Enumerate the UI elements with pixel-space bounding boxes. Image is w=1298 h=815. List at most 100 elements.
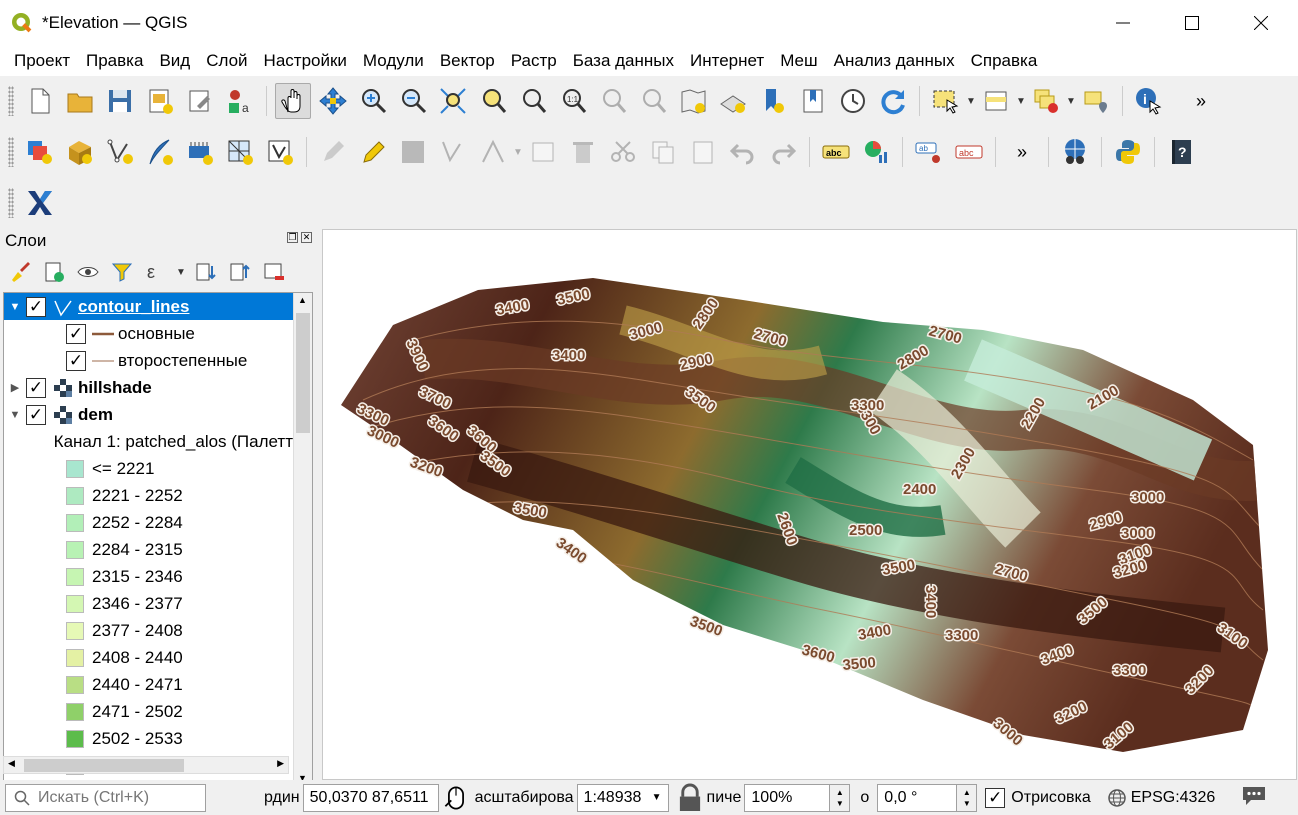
spin-down-icon[interactable]: ▼ xyxy=(836,798,844,809)
copy-features-button[interactable] xyxy=(645,134,681,170)
deselect-dropdown[interactable]: ▼ xyxy=(1066,86,1076,116)
menu-vector[interactable]: Вектор xyxy=(432,51,503,71)
toolbar-grip[interactable] xyxy=(8,137,14,167)
select-features-dropdown[interactable]: ▼ xyxy=(966,86,976,116)
identify-features-button[interactable]: i xyxy=(1131,83,1167,119)
toolbar-overflow-button-2[interactable]: » xyxy=(1004,134,1040,170)
magnifier-field[interactable]: 100% xyxy=(744,783,831,812)
layer-tree-scrollbar[interactable]: ▲ ▼ xyxy=(293,293,312,785)
maximize-button[interactable] xyxy=(1157,0,1227,46)
rotation-field[interactable]: 0,0 ° xyxy=(877,783,958,812)
float-panel-button[interactable]: ❐ xyxy=(287,232,298,243)
legend-checkbox[interactable]: ✓ xyxy=(66,350,86,371)
pan-to-selection-button[interactable] xyxy=(315,83,351,119)
expand-arrow-icon[interactable]: ▶ xyxy=(4,381,26,394)
style-manager-button[interactable]: a xyxy=(222,83,258,119)
move-label-button[interactable]: abc xyxy=(951,134,987,170)
zoom-to-selection-button[interactable] xyxy=(475,83,511,119)
select-by-location-button[interactable] xyxy=(1078,83,1114,119)
spin-down-icon[interactable]: ▼ xyxy=(963,798,971,809)
legend-row-primary[interactable]: ✓ основные xyxy=(4,320,293,347)
layer-row-contour-lines[interactable]: ▼ ✓ contour_lines xyxy=(4,293,293,320)
metasearch-button[interactable] xyxy=(1057,134,1093,170)
toolbar-grip[interactable] xyxy=(8,86,14,116)
menu-processing[interactable]: Анализ данных xyxy=(826,51,963,71)
select-by-expression-button[interactable] xyxy=(978,83,1014,119)
menu-view[interactable]: Вид xyxy=(151,51,198,71)
pin-labels-button[interactable]: ab xyxy=(911,134,947,170)
collapse-arrow-icon[interactable]: ▼ xyxy=(4,409,26,421)
temporal-controller-button[interactable] xyxy=(835,83,871,119)
modify-attributes-button[interactable] xyxy=(525,134,561,170)
toggle-editing-button[interactable] xyxy=(355,134,391,170)
lock-scale-button[interactable] xyxy=(677,783,703,811)
legend-checkbox[interactable]: ✓ xyxy=(66,323,86,344)
select-features-button[interactable] xyxy=(928,83,964,119)
paste-features-button[interactable] xyxy=(685,134,721,170)
vertex-tool-dropdown[interactable]: ▼ xyxy=(513,137,523,167)
menu-web[interactable]: Интернет xyxy=(682,51,772,71)
save-project-button[interactable] xyxy=(102,83,138,119)
new-mesh-layer-button[interactable] xyxy=(222,134,258,170)
filter-expression-dropdown[interactable]: ▼ xyxy=(176,257,186,287)
manage-visibility-button[interactable] xyxy=(74,258,102,286)
layer-tree-hscrollbar[interactable]: ◀ ▶ xyxy=(3,756,289,774)
crs-button[interactable]: EPSG:4326 xyxy=(1107,788,1215,808)
zoom-native-button[interactable]: 1:1 xyxy=(555,83,591,119)
coordinate-field[interactable]: 50,0370 87,6511 xyxy=(302,783,439,812)
add-group-button[interactable] xyxy=(40,258,68,286)
zoom-next-button[interactable] xyxy=(635,83,671,119)
new-project-button[interactable] xyxy=(22,83,58,119)
scale-combobox[interactable]: 1:48938 ▼ xyxy=(576,783,669,812)
expand-all-button[interactable] xyxy=(192,258,220,286)
rotation-spinner[interactable]: ▲ ▼ xyxy=(957,783,978,812)
messages-button[interactable] xyxy=(1241,783,1267,812)
undo-button[interactable] xyxy=(725,134,761,170)
plugin-x-button[interactable] xyxy=(22,185,58,221)
scrollbar-thumb[interactable] xyxy=(296,313,310,433)
scroll-up-icon[interactable]: ▲ xyxy=(298,295,307,305)
pan-map-button[interactable] xyxy=(275,83,311,119)
zoom-in-button[interactable] xyxy=(355,83,391,119)
zoom-last-button[interactable] xyxy=(595,83,631,119)
remove-layer-button[interactable] xyxy=(260,258,288,286)
new-temporary-layer-button[interactable] xyxy=(262,134,298,170)
filter-legend-button[interactable] xyxy=(108,258,136,286)
collapse-arrow-icon[interactable]: ▼ xyxy=(4,301,26,313)
new-spatialite-layer-button[interactable] xyxy=(142,134,178,170)
layer-diagram-button[interactable] xyxy=(858,134,894,170)
menu-mesh[interactable]: Меш xyxy=(772,51,825,71)
select-by-expression-dropdown[interactable]: ▼ xyxy=(1016,86,1026,116)
map-canvas[interactable]: 3400 3500 3900 3000 2800 2700 2700 3400 2900 2800… xyxy=(322,229,1297,780)
close-button[interactable] xyxy=(1226,0,1296,46)
refresh-button[interactable] xyxy=(875,83,911,119)
close-panel-button[interactable]: ✕ xyxy=(301,232,312,243)
filter-expression-button[interactable]: ε xyxy=(142,258,170,286)
new-bookmark-button[interactable] xyxy=(755,83,791,119)
style-layer-button[interactable] xyxy=(6,258,34,286)
magnifier-spinner[interactable]: ▲ ▼ xyxy=(830,783,851,812)
spin-up-icon[interactable]: ▲ xyxy=(963,787,971,798)
menu-edit[interactable]: Правка xyxy=(78,51,151,71)
layer-row-dem[interactable]: ▼ ✓ dem xyxy=(4,401,293,428)
locator-search-input[interactable]: Искать (Ctrl+K) xyxy=(5,783,206,812)
show-bookmarks-button[interactable] xyxy=(795,83,831,119)
new-shapefile-layer-button[interactable] xyxy=(102,134,138,170)
hscrollbar-thumb[interactable] xyxy=(24,759,184,772)
menu-layer[interactable]: Слой xyxy=(198,51,255,71)
layer-labeling-button[interactable]: abc xyxy=(818,134,854,170)
layer-visibility-checkbox[interactable]: ✓ xyxy=(26,296,46,317)
menu-project[interactable]: Проект xyxy=(6,51,78,71)
deselect-features-button[interactable] xyxy=(1028,83,1064,119)
layer-visibility-checkbox[interactable]: ✓ xyxy=(26,377,46,398)
vertex-tool-button[interactable] xyxy=(475,134,511,170)
new-3d-view-button[interactable] xyxy=(715,83,751,119)
toolbar-grip[interactable] xyxy=(8,188,14,218)
layer-row-hillshade[interactable]: ▶ ✓ hillshade xyxy=(4,374,293,401)
menu-help[interactable]: Справка xyxy=(963,51,1046,71)
scroll-right-icon[interactable]: ▶ xyxy=(277,758,284,769)
render-checkbox[interactable]: ✓ xyxy=(985,787,1006,808)
data-source-manager-button[interactable] xyxy=(22,134,58,170)
new-print-layout-button[interactable] xyxy=(142,83,178,119)
redo-button[interactable] xyxy=(765,134,801,170)
